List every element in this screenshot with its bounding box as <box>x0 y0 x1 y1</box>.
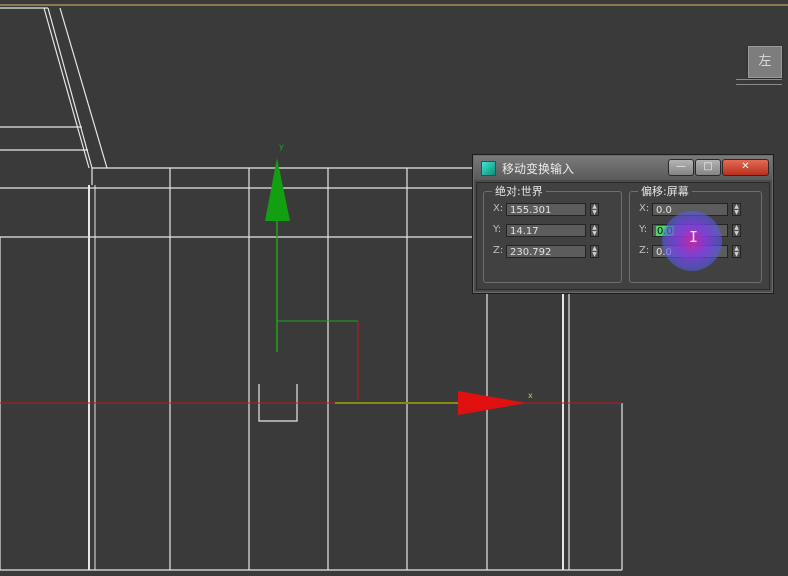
absolute-z-input[interactable]: 230.792 <box>506 245 586 258</box>
offset-x-spinner[interactable]: ▲ ▼ <box>732 203 741 216</box>
absolute-z-row: Z: 230.792 ▲ ▼ <box>484 244 621 260</box>
absolute-y-row: Y: 14.17 ▲ ▼ <box>484 223 621 239</box>
viewcube[interactable]: 左 <box>748 46 782 78</box>
offset-x-input[interactable]: 0.0 <box>652 203 728 216</box>
text-cursor-icon: I <box>689 228 699 246</box>
absolute-y-input[interactable]: 14.17 <box>506 224 586 237</box>
offset-z-row: Z: 0.0 ▲ ▼ <box>630 244 761 260</box>
axis-label-z: Z: <box>639 245 650 256</box>
move-transform-type-in-dialog: 移动变换输入 — □ ✕ 绝对:世界 X: 155.301 ▲ ▼ Y: 14.1… <box>472 154 774 294</box>
gizmo-y-label: y <box>279 142 284 151</box>
absolute-x-row: X: 155.301 ▲ ▼ <box>484 202 621 218</box>
gizmo-x-arrow[interactable] <box>458 391 527 415</box>
absolute-x-input[interactable]: 155.301 <box>506 203 586 216</box>
absolute-y-spinner[interactable]: ▲ ▼ <box>590 224 599 237</box>
axis-label-y: Y: <box>639 224 648 235</box>
maximize-button[interactable]: □ <box>695 159 721 176</box>
close-button[interactable]: ✕ <box>722 159 769 176</box>
offset-y-spinner[interactable]: ▲ ▼ <box>732 224 741 237</box>
dialog-body: 绝对:世界 X: 155.301 ▲ ▼ Y: 14.17 ▲ ▼ Z: 230.7… <box>476 182 770 290</box>
minimize-button[interactable]: — <box>668 159 694 176</box>
offset-z-spinner[interactable]: ▲ ▼ <box>732 245 741 258</box>
selected-text: 0.0 <box>656 226 674 237</box>
absolute-world-group: 绝对:世界 X: 155.301 ▲ ▼ Y: 14.17 ▲ ▼ Z: 230.7… <box>483 183 622 283</box>
viewcube-label: 左 <box>758 54 772 69</box>
viewcube-compass[interactable] <box>736 79 782 85</box>
absolute-x-spinner[interactable]: ▲ ▼ <box>590 203 599 216</box>
axis-label-x: X: <box>493 203 504 214</box>
offset-x-row: X: 0.0 ▲ ▼ <box>630 202 761 218</box>
app-icon <box>481 161 496 176</box>
axis-label-x: X: <box>639 203 650 214</box>
axis-label-z: Z: <box>493 245 504 256</box>
dialog-titlebar[interactable]: 移动变换输入 — □ ✕ <box>474 156 772 180</box>
transform-gizmo-plane <box>277 320 359 400</box>
absolute-world-title: 绝对:世界 <box>492 183 546 199</box>
dialog-title: 移动变换输入 <box>502 162 575 176</box>
offset-screen-title: 偏移:屏幕 <box>638 183 692 199</box>
gizmo-x-label: x <box>528 391 533 400</box>
absolute-z-spinner[interactable]: ▲ ▼ <box>590 245 599 258</box>
axis-label-y: Y: <box>493 224 502 235</box>
offset-z-input[interactable]: 0.0 <box>652 245 728 258</box>
